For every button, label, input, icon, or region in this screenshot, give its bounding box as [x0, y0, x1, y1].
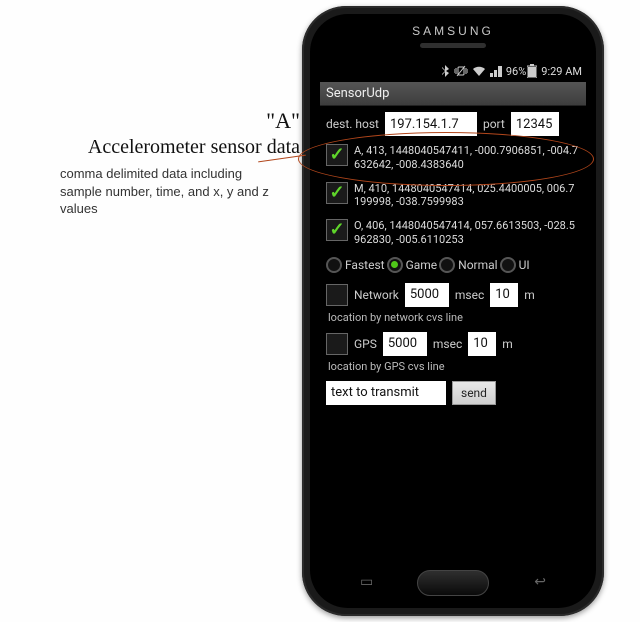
annotation-letter: "A" — [20, 108, 300, 134]
rate-normal[interactable]: Normal — [439, 257, 497, 273]
signal-icon — [490, 66, 502, 77]
phone-brand: SAMSUNG — [310, 14, 596, 38]
rate-game[interactable]: Game — [387, 257, 438, 273]
orient-checkbox[interactable] — [326, 219, 348, 241]
network-interval-unit: msec — [455, 288, 484, 302]
mag-data: M, 410, 1448040547414, 025.4400005, 006.… — [354, 182, 580, 210]
gps-distance-unit: m — [502, 337, 513, 351]
sensor-row-mag: M, 410, 1448040547414, 025.4400005, 006.… — [326, 182, 580, 210]
network-distance-unit: m — [524, 288, 535, 302]
dest-host-label: dest. host — [326, 117, 379, 131]
accel-data: A, 413, 1448040547411, -000.7906851, -00… — [354, 144, 580, 172]
accel-checkbox[interactable] — [326, 144, 348, 166]
recent-apps-button[interactable]: ▭ — [360, 573, 373, 590]
transmit-input[interactable] — [326, 381, 446, 405]
dest-port-label: port — [483, 117, 505, 131]
dest-port-input[interactable] — [511, 112, 559, 136]
dest-host-input[interactable] — [385, 112, 477, 136]
sensor-row-orient: O, 406, 1448040547414, 057.6613503, -028… — [326, 219, 580, 247]
rate-ui[interactable]: UI — [500, 257, 530, 273]
network-distance-input[interactable] — [490, 283, 518, 307]
gps-label: GPS — [354, 337, 377, 351]
network-hint: location by network cvs line — [328, 311, 580, 324]
network-checkbox[interactable] — [326, 284, 348, 306]
battery-indicator: 96% — [506, 64, 537, 78]
rate-label: Fastest — [345, 258, 385, 272]
rate-fastest[interactable]: Fastest — [326, 257, 385, 273]
gps-distance-input[interactable] — [468, 332, 496, 356]
app-titlebar: SensorUdp — [320, 82, 586, 106]
vibrate-icon — [454, 65, 468, 77]
gps-interval-input[interactable] — [383, 332, 427, 356]
radio-icon — [326, 257, 342, 273]
status-bar: 96% 9:29 AM — [320, 60, 586, 82]
back-button[interactable]: ↩ — [534, 573, 546, 590]
battery-pct: 96% — [506, 65, 526, 78]
mag-checkbox[interactable] — [326, 182, 348, 204]
gps-hint: location by GPS cvs line — [328, 360, 580, 373]
orient-data: O, 406, 1448040547414, 057.6613503, -028… — [354, 219, 580, 247]
app-title: SensorUdp — [326, 86, 389, 101]
network-interval-input[interactable] — [405, 283, 449, 307]
annotation-subtitle: comma delimited data including sample nu… — [60, 165, 270, 218]
rate-radio-group: Fastest Game Normal UI — [326, 257, 580, 273]
radio-icon — [439, 257, 455, 273]
annotation-title: Accelerometer sensor data — [20, 136, 300, 159]
sensor-row-accel: A, 413, 1448040547411, -000.7906851, -00… — [326, 144, 580, 172]
phone-frame: SAMSUNG 96% — [302, 6, 604, 616]
phone-earpiece — [420, 43, 486, 48]
bluetooth-icon — [442, 65, 450, 77]
network-label: Network — [354, 288, 399, 302]
wifi-icon — [472, 66, 486, 77]
gps-interval-unit: msec — [433, 337, 462, 351]
phone-screen: 96% 9:29 AM SensorUdp dest. host port — [320, 60, 586, 554]
status-time: 9:29 AM — [541, 65, 582, 78]
radio-icon — [500, 257, 516, 273]
rate-label: UI — [519, 258, 530, 272]
radio-icon — [387, 257, 403, 273]
home-button[interactable] — [417, 570, 489, 596]
gps-checkbox[interactable] — [326, 333, 348, 355]
rate-label: Game — [406, 258, 438, 272]
rate-label: Normal — [458, 258, 497, 272]
send-button[interactable]: send — [452, 381, 496, 405]
